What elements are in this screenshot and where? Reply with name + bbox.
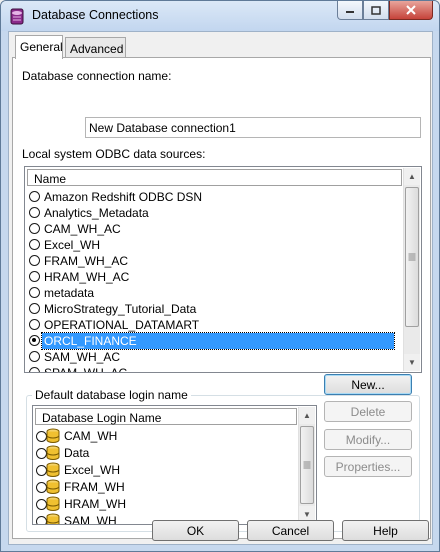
radio-icon[interactable] xyxy=(29,319,40,330)
odbc-source-name: SAM_WH_AC xyxy=(44,350,121,364)
connection-name-label: Database connection name: xyxy=(22,69,172,83)
tab-advanced[interactable]: Advanced xyxy=(65,37,126,59)
radio-selected-icon[interactable] xyxy=(29,335,40,346)
database-login-icon xyxy=(45,513,61,524)
dialog-client-area: General Advanced Database connection nam… xyxy=(8,31,433,545)
odbc-source-name: FRAM_WH_AC xyxy=(44,254,129,268)
radio-icon[interactable] xyxy=(29,303,40,314)
dialog-window: Database Connections General Advanced Da… xyxy=(0,0,440,552)
login-name: FRAM_WH xyxy=(64,480,125,494)
maximize-icon xyxy=(371,5,381,15)
help-button[interactable]: Help xyxy=(342,520,429,541)
scroll-up-arrow-icon[interactable]: ▲ xyxy=(404,168,420,185)
odbc-source-name: Analytics_Metadata xyxy=(44,206,149,220)
login-group-label: Default database login name xyxy=(32,388,191,402)
general-tab-panel: Database connection name: Local system O… xyxy=(12,57,431,539)
scroll-up-arrow-icon[interactable]: ▲ xyxy=(299,407,315,424)
login-name: HRAM_WH xyxy=(64,497,126,511)
odbc-source-name: metadata xyxy=(44,286,95,300)
radio-icon[interactable] xyxy=(29,223,40,234)
database-login-icon xyxy=(45,496,61,512)
title-bar[interactable]: Database Connections xyxy=(1,1,439,31)
odbc-name-column-header[interactable]: Name xyxy=(27,169,402,186)
database-login-icon xyxy=(45,462,61,478)
radio-icon[interactable] xyxy=(29,351,40,362)
login-list[interactable]: Database Login Name CAM_WH Data Excel_WH FR… xyxy=(32,405,317,525)
minimize-icon xyxy=(346,11,354,13)
radio-icon[interactable] xyxy=(29,207,40,218)
odbc-source-name: MicroStrategy_Tutorial_Data xyxy=(44,302,197,316)
odbc-source-name: Amazon Redshift ODBC DSN xyxy=(44,190,203,204)
odbc-source-name: HRAM_WH_AC xyxy=(44,270,130,284)
modify-login-button[interactable]: Modify... xyxy=(324,429,412,450)
login-list-scrollbar[interactable]: ▲ ▼ xyxy=(298,407,315,523)
odbc-source-name: ORCL_FINANCE xyxy=(41,332,395,350)
login-name: Excel_WH xyxy=(64,463,121,477)
odbc-list-scrollbar[interactable]: ▲ ▼ xyxy=(403,168,420,371)
ok-button[interactable]: OK xyxy=(152,520,239,541)
odbc-scroll-thumb[interactable] xyxy=(405,187,419,327)
odbc-source-name: CAM_WH_AC xyxy=(44,222,121,236)
connection-name-input[interactable] xyxy=(85,117,421,138)
database-login-icon xyxy=(45,445,61,461)
radio-icon[interactable] xyxy=(29,271,40,282)
radio-icon[interactable] xyxy=(29,239,40,250)
cancel-button[interactable]: Cancel xyxy=(247,520,334,541)
odbc-source-name: SPAM_WH_AC xyxy=(44,366,128,373)
tab-general[interactable]: General xyxy=(15,35,63,59)
login-scroll-thumb[interactable] xyxy=(300,426,314,504)
odbc-sources-label-visible: Local system ODBC data sources: xyxy=(22,147,206,161)
odbc-source-name: Excel_WH xyxy=(44,238,101,252)
odbc-sources-list[interactable]: Name Amazon Redshift ODBC DSN Analytics_M… xyxy=(24,166,422,373)
login-name: Data xyxy=(64,446,90,460)
login-name: SAM_WH xyxy=(64,514,117,525)
login-name: CAM_WH xyxy=(64,429,118,443)
odbc-source-name: OPERATIONAL_DATAMART xyxy=(44,318,200,332)
close-icon xyxy=(406,5,416,15)
database-login-icon xyxy=(45,428,61,444)
maximize-button[interactable] xyxy=(363,1,389,20)
radio-icon[interactable] xyxy=(29,191,40,202)
delete-login-button[interactable]: Delete xyxy=(324,401,412,422)
minimize-button[interactable] xyxy=(337,1,363,20)
radio-icon[interactable] xyxy=(29,367,40,372)
window-title: Database Connections xyxy=(32,8,159,22)
scroll-down-arrow-icon[interactable]: ▼ xyxy=(404,354,420,371)
radio-icon[interactable] xyxy=(29,287,40,298)
database-connections-icon xyxy=(10,8,24,25)
database-login-icon xyxy=(45,479,61,495)
properties-login-button[interactable]: Properties... xyxy=(324,456,412,477)
login-column-header[interactable]: Database Login Name xyxy=(35,408,297,425)
new-login-button[interactable]: New... xyxy=(324,374,412,395)
radio-icon[interactable] xyxy=(29,255,40,266)
close-button[interactable] xyxy=(389,1,433,20)
